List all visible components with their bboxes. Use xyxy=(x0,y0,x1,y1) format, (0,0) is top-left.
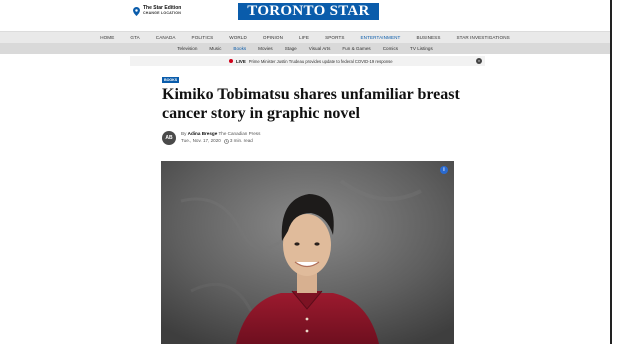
subnav-item-stage[interactable]: Stage xyxy=(285,46,297,51)
browser-frame: The Star Edition CHANGE LOCATION TORONTO… xyxy=(0,0,612,344)
read-time: 3 min. read xyxy=(229,138,253,143)
byline-date-line: Tue., Nov. 17, 2020 3 min. read xyxy=(181,138,260,144)
live-update-text[interactable]: Prime Minister Justin Trudeau provides u… xyxy=(249,59,393,64)
location-pin-icon xyxy=(133,7,140,16)
byline: AB By Adina Bresge The Canadian Press Tu… xyxy=(162,131,260,145)
sub-nav: Television Music Books Movies Stage Visual Ar… xyxy=(0,43,610,54)
subnav-item-books[interactable]: Books xyxy=(233,46,246,51)
nav-item-gta[interactable]: GTA xyxy=(130,35,139,40)
clock-icon xyxy=(224,138,229,144)
nav-item-star-investigations[interactable]: STAR INVESTIGATIONS xyxy=(456,35,509,40)
subnav-item-television[interactable]: Television xyxy=(177,46,197,51)
logo-text: TORONTO STAR xyxy=(247,3,370,19)
article-headline: Kimiko Tobimatsu shares unfamiliar breas… xyxy=(162,86,460,122)
close-icon[interactable]: × xyxy=(476,58,482,64)
portrait-image xyxy=(161,161,454,344)
nav-item-entertainment[interactable]: ENTERTAINMENT xyxy=(361,35,401,40)
live-update-banner[interactable]: LIVE Prime Minister Justin Trudeau provi… xyxy=(130,56,485,66)
nav-item-business[interactable]: BUSINESS xyxy=(416,35,440,40)
main-nav: HOME GTA CANADA POLITICS WORLD OPINION LIFE SPO… xyxy=(0,31,610,43)
nav-item-home[interactable]: HOME xyxy=(100,35,114,40)
nav-item-politics[interactable]: POLITICS xyxy=(192,35,214,40)
info-icon[interactable]: i xyxy=(440,166,448,174)
author-avatar[interactable]: AB xyxy=(162,131,176,145)
subnav-item-tv-listings[interactable]: TV Listings xyxy=(410,46,433,51)
subnav-item-fun-games[interactable]: Fun & Games xyxy=(342,46,370,51)
nav-item-life[interactable]: LIFE xyxy=(299,35,309,40)
change-location-link[interactable]: CHANGE LOCATION xyxy=(143,11,181,16)
nav-item-opinion[interactable]: OPINION xyxy=(263,35,283,40)
byline-author-line: By Adina Bresge The Canadian Press xyxy=(181,131,261,137)
nav-item-canada[interactable]: CANADA xyxy=(156,35,176,40)
section-tag[interactable]: BOOKS xyxy=(162,77,180,83)
author-name[interactable]: Adina Bresge xyxy=(188,131,218,136)
live-indicator-dot xyxy=(229,59,233,63)
byline-prefix: By xyxy=(181,131,187,137)
subnav-item-visual-arts[interactable]: Visual Arts xyxy=(309,46,331,51)
nav-item-world[interactable]: WORLD xyxy=(229,35,247,40)
live-label: LIVE xyxy=(236,58,246,64)
publish-date: Tue., Nov. 17, 2020 xyxy=(181,138,221,143)
toronto-star-logo[interactable]: TORONTO STAR xyxy=(238,3,379,20)
article-photo[interactable] xyxy=(161,161,454,344)
edition-text: The Star Edition CHANGE LOCATION xyxy=(143,6,181,16)
article-source: The Canadian Press xyxy=(218,131,261,137)
subnav-item-comics[interactable]: Comics xyxy=(383,46,398,51)
byline-meta: By Adina Bresge The Canadian Press Tue.,… xyxy=(181,131,261,144)
top-bar: The Star Edition CHANGE LOCATION TORONTO… xyxy=(0,0,610,30)
subnav-item-movies[interactable]: Movies xyxy=(258,46,273,51)
subnav-item-music[interactable]: Music xyxy=(209,46,221,51)
edition-selector[interactable]: The Star Edition CHANGE LOCATION xyxy=(133,6,181,16)
nav-item-sports[interactable]: SPORTS xyxy=(325,35,344,40)
